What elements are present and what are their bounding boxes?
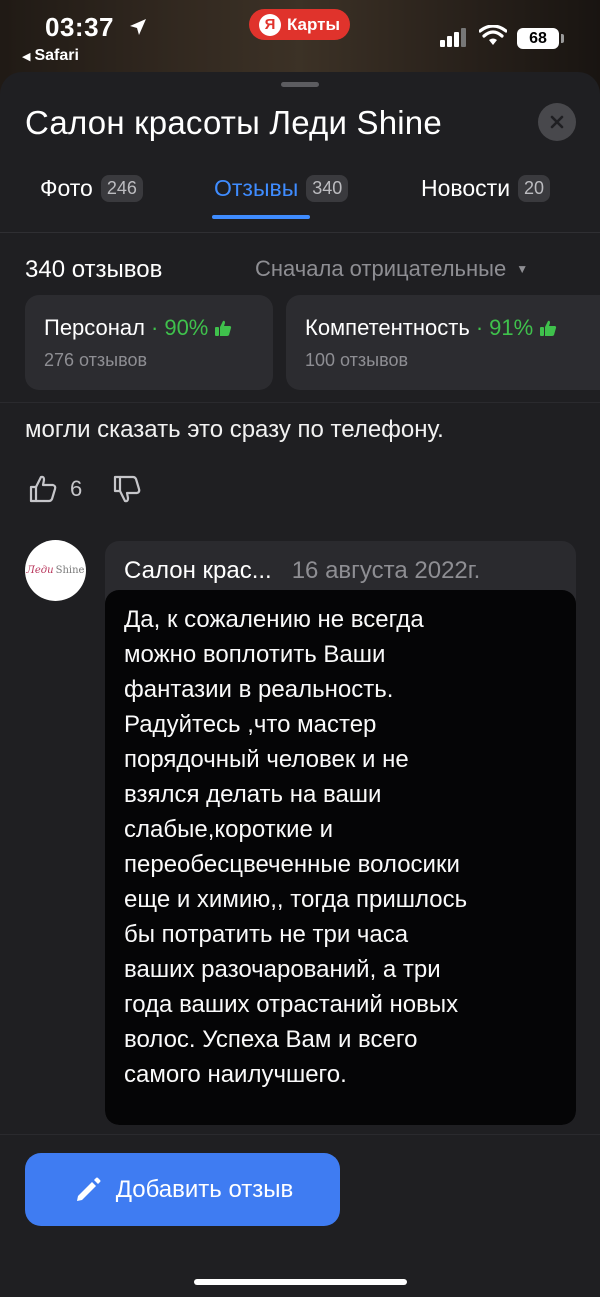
caret-down-icon: ▼ [516,262,529,276]
aspect-name: Компетентность [305,315,470,340]
aspect-separator: · [151,315,159,340]
add-review-label: Добавить отзыв [115,1175,294,1203]
wifi-icon [479,25,507,45]
tab-news[interactable]: Новости 20 [421,175,551,202]
reply-date: 16 августа 2022г. [291,557,481,584]
status-bar: 03:37 ◀ Safari Я Карты 68 [0,0,600,72]
maps-app-pill[interactable]: Я Карты [249,9,350,40]
aspect-percent: 91% [489,315,534,340]
thumbs-up-icon [215,320,232,336]
sort-label: Сначала отрицательные [255,256,507,281]
tab-reviews[interactable]: Отзывы 340 [214,175,349,202]
active-tab-indicator [212,215,310,219]
page-title: Салон красоты Леди Shine [25,104,442,141]
place-sheet: Салон красоты Леди Shine Фото 246 Отзывы… [0,72,600,1297]
divider [0,402,600,403]
reply-body: Да, к сожалению не всегда можно воплотит… [105,590,576,1125]
divider [0,232,600,233]
aspect-name: Персонал [44,315,145,340]
thumbs-up-icon[interactable] [28,474,58,504]
aspect-separator: · [475,315,484,340]
review-reactions: 6 [28,474,142,504]
tab-label: Отзывы [214,175,299,201]
maps-pill-label: Карты [286,14,341,34]
back-to-safari-link[interactable]: ◀ Safari [22,47,79,65]
back-triangle-icon: ◀ [22,51,31,63]
close-icon [550,115,564,129]
thumbs-down-icon[interactable] [112,474,142,504]
like-count: 6 [70,476,83,501]
tab-count: 340 [306,175,349,202]
yandex-logo-icon: Я [258,13,281,36]
reply-header: Салон крас... 16 августа 2022г. [124,557,480,585]
aspect-percent: 90% [164,315,209,340]
sort-dropdown[interactable]: Сначала отрицательные ▼ [255,256,528,282]
location-arrow-icon [130,19,146,35]
reply-author[interactable]: Салон крас... [124,557,272,585]
aspect-count: 276 отзывов [44,350,148,370]
tab-label: Фото [40,175,93,201]
aspect-card-staff[interactable]: Персонал · 90% 276 отзывов [25,295,273,390]
review-text: могли сказать это сразу по телефону. [25,416,444,443]
pencil-icon [76,1177,101,1201]
owner-reply-card: Салон крас... 16 августа 2022г. Да, к со… [105,541,576,1125]
clock: 03:37 [45,12,114,42]
tab-bar: Фото 246 Отзывы 340 Новости 20 [0,170,600,232]
home-indicator[interactable] [194,1279,407,1285]
reply-text: Да, к сожалению не всегда можно воплотит… [124,606,468,1088]
reviews-count: 340 отзывов [25,256,163,283]
tab-count: 20 [518,175,551,202]
battery-tip [561,34,564,43]
tab-photos[interactable]: Фото 246 [40,175,143,202]
thumbs-up-icon [540,320,557,336]
add-review-button[interactable]: Добавить отзыв [25,1153,340,1226]
aspect-count: 100 отзывов [305,350,409,370]
tab-label: Новости [421,175,511,201]
sheet-grabber[interactable] [281,82,319,87]
signal-icon [440,28,466,47]
aspect-card-competence[interactable]: Компетентность · 91% 100 отзывов [286,295,600,390]
tab-count: 246 [100,175,143,202]
divider [0,1134,600,1135]
close-button[interactable] [538,103,576,141]
battery-icon: 68 [517,28,559,49]
avatar[interactable]: Леди Shine [25,540,86,601]
